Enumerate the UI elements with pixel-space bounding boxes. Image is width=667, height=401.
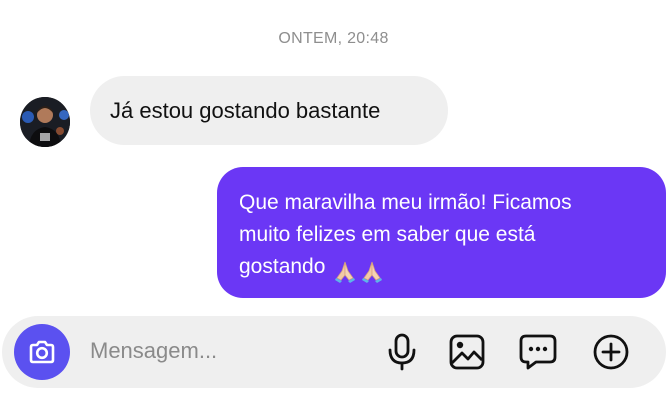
image-icon	[449, 334, 485, 370]
avatar[interactable]	[20, 97, 70, 147]
incoming-message-text: Já estou gostando bastante	[110, 97, 381, 123]
message-input[interactable]: Mensagem...	[90, 338, 217, 364]
chat-screen: ONTEM, 20:48 Já estou gostando bastante …	[0, 0, 667, 401]
outgoing-message-bubble[interactable]: Que maravilha meu irmão! Ficamos muito f…	[217, 167, 666, 298]
gallery-button[interactable]	[447, 332, 487, 372]
message-timestamp: ONTEM, 20:48	[278, 30, 389, 47]
folded-hands-icon	[362, 262, 383, 284]
more-options-button[interactable]	[591, 332, 631, 372]
microphone-button[interactable]	[382, 332, 422, 372]
camera-button[interactable]	[14, 324, 70, 380]
microphone-icon	[388, 333, 416, 371]
camera-icon	[29, 340, 55, 364]
outgoing-message-line: muito felizes em saber que está	[239, 223, 536, 246]
sticker-button[interactable]	[518, 332, 558, 372]
outgoing-message-line: gostando	[239, 255, 326, 278]
sticker-message-icon	[519, 334, 557, 370]
folded-hands-icon	[335, 262, 356, 284]
plus-circle-icon	[593, 334, 629, 370]
incoming-message-bubble[interactable]: Já estou gostando bastante	[90, 76, 448, 145]
outgoing-message-line: Que maravilha meu irmão! Ficamos	[239, 191, 572, 214]
message-composer: Mensagem...	[2, 316, 666, 388]
folded-hands-emoji-pair	[333, 255, 387, 287]
